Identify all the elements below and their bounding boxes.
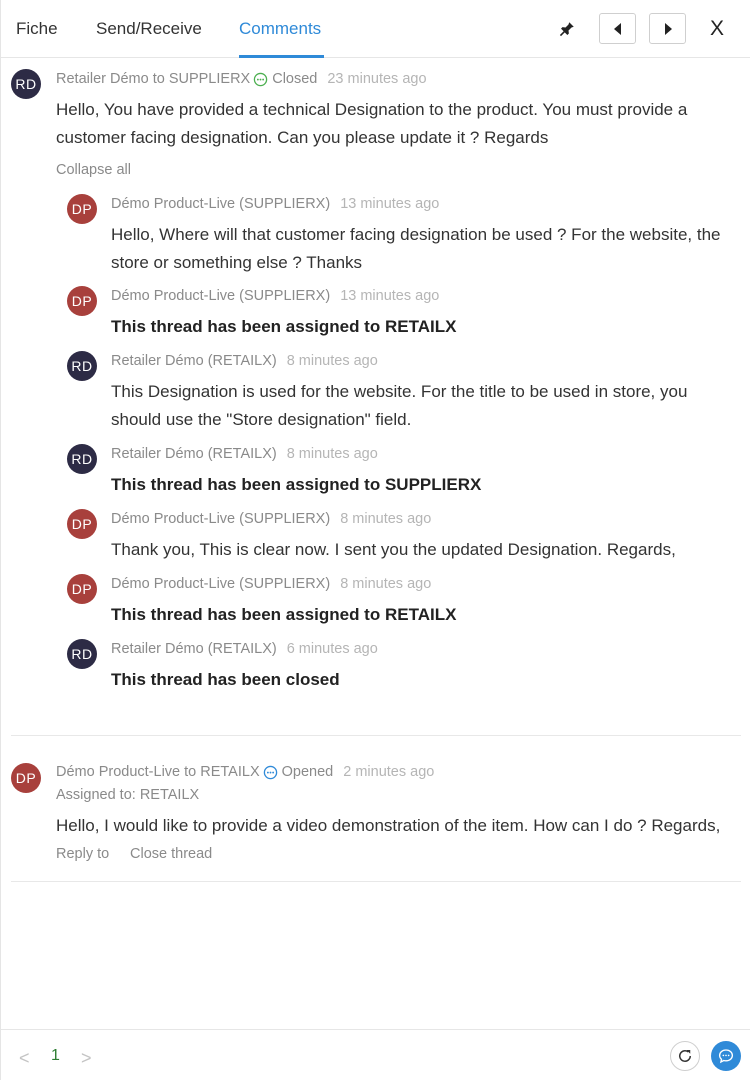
avatar: DP — [67, 574, 97, 604]
tab-send-receive[interactable]: Send/Receive — [96, 19, 202, 39]
chat-status-icon — [263, 765, 277, 779]
comment-author: Démo Product-Live (SUPPLIERX) — [111, 288, 331, 304]
thread-divider — [11, 735, 741, 736]
active-tab-indicator — [239, 55, 324, 58]
comment-time: 8 minutes ago — [286, 446, 378, 462]
comment-body: This thread has been closed — [111, 670, 340, 689]
close-icon: X — [709, 16, 724, 40]
comment-meta: Retailer Démo to SUPPLIERX Closed 23 min… — [56, 71, 427, 87]
next-button[interactable] — [649, 13, 686, 44]
avatar: RD — [11, 69, 41, 99]
comment-author: Retailer Démo (RETAILX) — [111, 641, 277, 657]
comment-time: 13 minutes ago — [340, 196, 440, 212]
status-badge: Opened — [281, 764, 334, 780]
avatar: RD — [67, 639, 97, 669]
comment-author: Retailer Démo (RETAILX) — [111, 446, 277, 462]
comment-meta: Retailer Démo (RETAILX) 6 minutes ago — [111, 641, 378, 657]
pagination-page[interactable]: 1 — [51, 1047, 60, 1065]
comment-body: This thread has been assigned to RETAILX — [111, 317, 457, 336]
comment-author: Démo Product-Live (SUPPLIERX) — [111, 196, 331, 212]
comment-body: Hello, I would like to provide a video d… — [56, 816, 721, 835]
chat-icon — [718, 1049, 734, 1064]
close-button[interactable]: X — [704, 13, 730, 44]
collapse-all-link[interactable]: Collapse all — [56, 162, 131, 178]
refresh-icon — [679, 1049, 691, 1062]
caret-left-icon — [613, 22, 621, 35]
avatar: DP — [67, 509, 97, 539]
avatar: DP — [67, 194, 97, 224]
comment-meta: Démo Product-Live (SUPPLIERX) 13 minutes… — [111, 288, 439, 304]
comment-time: 8 minutes ago — [340, 576, 432, 592]
comment-author: Démo Product-Live to RETAILX — [56, 764, 260, 780]
pagination-next[interactable]: > — [81, 1048, 92, 1069]
comment-time: 2 minutes ago — [343, 764, 435, 780]
comment-time: 6 minutes ago — [286, 641, 378, 657]
pagination-prev[interactable]: < — [19, 1048, 30, 1069]
footer-bar: < 1 > — [1, 1029, 750, 1080]
assigned-to: Assigned to: RETAILX — [56, 787, 200, 803]
panel-header: Fiche Send/Receive Comments X — [1, 0, 750, 58]
comment-meta: Retailer Démo (RETAILX) 8 minutes ago — [111, 353, 378, 369]
pin-button[interactable] — [554, 13, 580, 44]
thread-divider — [11, 881, 741, 882]
tab-comments[interactable]: Comments — [239, 19, 321, 39]
new-comment-button[interactable] — [711, 1041, 741, 1071]
refresh-button[interactable] — [670, 1041, 700, 1071]
reply-to-link[interactable]: Reply to — [56, 846, 109, 862]
comment-time: 23 minutes ago — [327, 71, 427, 87]
close-thread-link[interactable]: Close thread — [130, 846, 212, 862]
comment-author: Démo Product-Live (SUPPLIERX) — [111, 576, 331, 592]
comment-body: This thread has been assigned to RETAILX — [111, 605, 457, 624]
comment-meta: Retailer Démo (RETAILX) 8 minutes ago — [111, 446, 378, 462]
avatar: DP — [67, 286, 97, 316]
comment-time: 8 minutes ago — [340, 511, 432, 527]
tab-fiche[interactable]: Fiche — [16, 19, 58, 39]
avatar: RD — [67, 351, 97, 381]
comment-body: Thank you, This is clear now. I sent you… — [111, 540, 676, 559]
comment-body: Hello, You have provided a technical Des… — [56, 100, 688, 147]
chat-status-icon — [253, 72, 268, 86]
comment-body: This Designation is used for the website… — [111, 382, 688, 429]
avatar: DP — [11, 763, 41, 793]
status-badge: Closed — [272, 71, 318, 87]
avatar: RD — [67, 444, 97, 474]
comment-meta: Démo Product-Live (SUPPLIERX) 8 minutes … — [111, 576, 431, 592]
comment-body: Hello, Where will that customer facing d… — [111, 225, 721, 272]
comment-body: This thread has been assigned to SUPPLIE… — [111, 475, 482, 494]
comment-meta: Démo Product-Live to RETAILX Opened 2 mi… — [56, 764, 434, 780]
comment-author: Retailer Démo (RETAILX) — [111, 353, 277, 369]
previous-button[interactable] — [599, 13, 636, 44]
comment-time: 13 minutes ago — [340, 288, 440, 304]
comment-meta: Démo Product-Live (SUPPLIERX) 13 minutes… — [111, 196, 439, 212]
comment-author: Démo Product-Live (SUPPLIERX) — [111, 511, 331, 527]
comment-time: 8 minutes ago — [286, 353, 378, 369]
caret-right-icon — [664, 22, 672, 35]
pin-icon — [559, 21, 574, 36]
comment-author: Retailer Démo to SUPPLIERX — [56, 71, 251, 87]
comment-meta: Démo Product-Live (SUPPLIERX) 8 minutes … — [111, 511, 431, 527]
